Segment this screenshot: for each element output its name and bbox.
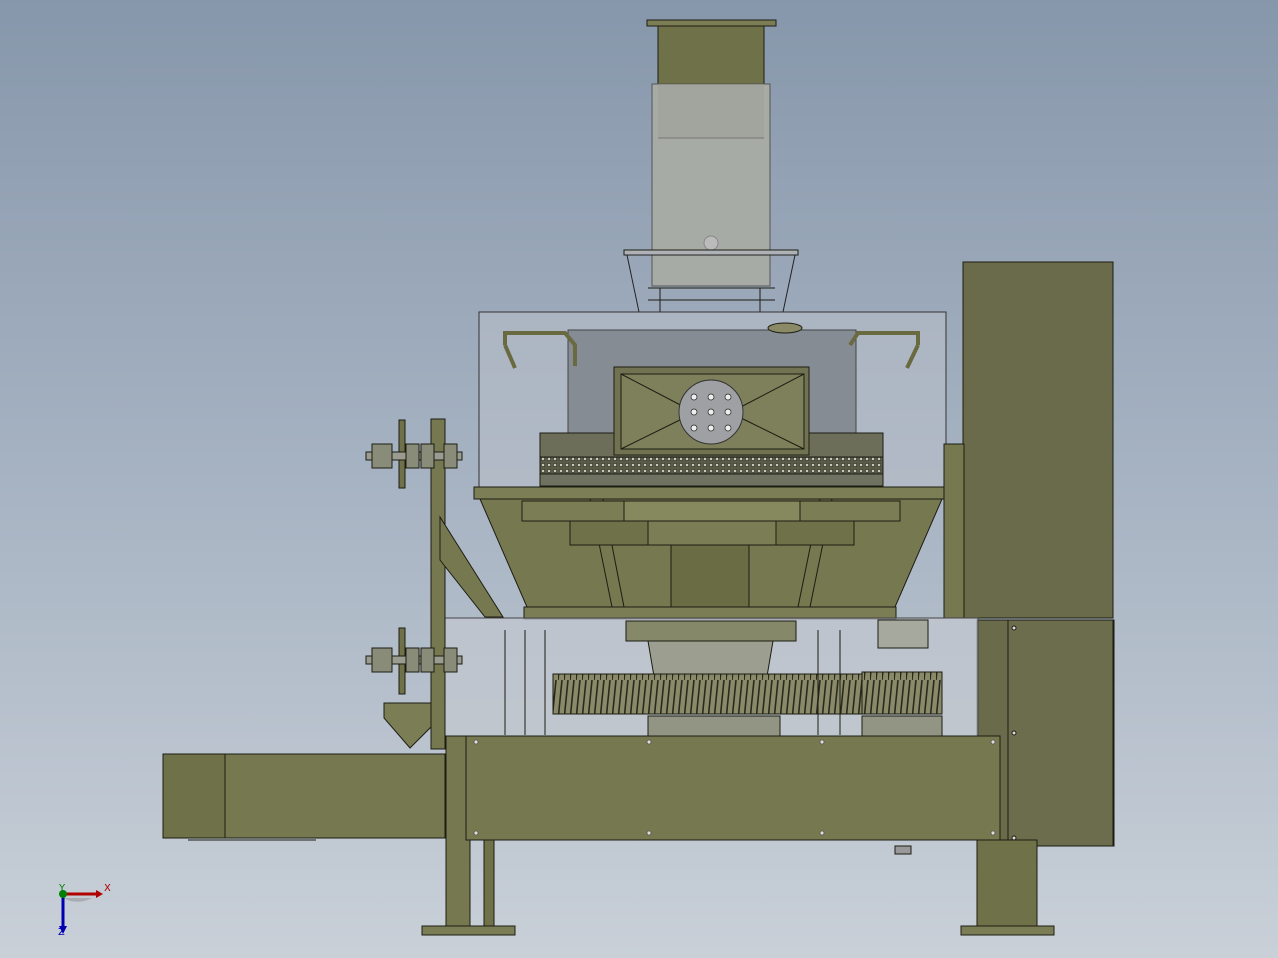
- bolt-upper: [365, 443, 463, 469]
- base-frame: [421, 735, 1055, 936]
- axis-z-label: Z: [58, 927, 65, 938]
- grinding-chamber: [478, 311, 947, 489]
- bolt-lower: [365, 647, 463, 673]
- discharge-chute: [162, 753, 446, 841]
- feed-pipe: [646, 19, 777, 287]
- coordinate-triad: [59, 890, 103, 934]
- cad-viewport[interactable]: X Y Z: [0, 0, 1278, 958]
- machine-model[interactable]: [0, 0, 1278, 958]
- cone-section: [473, 486, 949, 620]
- axis-y-label: Y: [59, 883, 66, 894]
- axis-x-label: X: [104, 883, 111, 894]
- gear-housing: [442, 617, 979, 737]
